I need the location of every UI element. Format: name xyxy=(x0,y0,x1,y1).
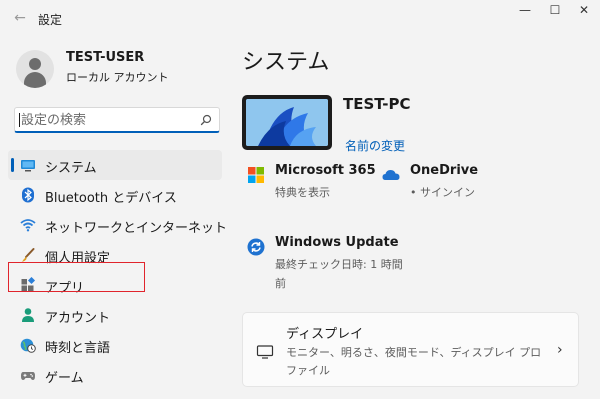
minimize-button[interactable]: — xyxy=(512,2,538,18)
cloud-icon xyxy=(382,170,400,180)
sidebar-item-label: 時刻と言語 xyxy=(45,341,111,356)
back-button[interactable]: ← xyxy=(10,8,30,28)
title-bar: ← 設定 — ☐ ✕ xyxy=(0,0,600,38)
onedrive-title: OneDrive xyxy=(410,163,479,178)
brush-icon xyxy=(21,248,35,262)
sidebar-item-label: ゲーム xyxy=(45,371,84,386)
search-icon[interactable] xyxy=(199,113,213,127)
sidebar-item-network[interactable]: ネットワークとインターネット xyxy=(8,210,227,240)
maximize-button[interactable]: ☐ xyxy=(542,2,568,18)
sidebar-item-gaming[interactable]: ゲーム xyxy=(8,360,222,390)
avatar-body xyxy=(24,72,46,88)
display-card-description: モニター、明るさ、夜間モード、ディスプレイ プロファイル xyxy=(286,346,542,377)
page-title: システム xyxy=(242,50,330,75)
onedrive-status: • サインイン xyxy=(410,186,475,199)
avatar-head xyxy=(29,58,41,70)
ms365-subtitle: 特典を表示 xyxy=(275,186,330,199)
rename-link[interactable]: 名前の変更 xyxy=(345,137,405,154)
monitor-icon xyxy=(256,345,274,359)
gamepad-icon xyxy=(21,372,35,380)
windows-update-title: Windows Update xyxy=(275,235,399,250)
search-input[interactable] xyxy=(21,110,196,130)
sidebar-item-time-language[interactable]: 時刻と言語 xyxy=(8,330,222,360)
sync-icon xyxy=(247,238,265,256)
user-name: TEST-USER xyxy=(66,50,145,65)
windows-update-status: 最終チェック日時: 1 時間 xyxy=(275,258,403,271)
windows-update-status-cont: 前 xyxy=(275,277,286,290)
display-icon xyxy=(21,160,35,172)
chevron-right-icon: › xyxy=(557,342,563,358)
sidebar-item-label: Bluetooth とデバイス xyxy=(45,191,177,206)
display-settings-card[interactable]: ディスプレイ モニター、明るさ、夜間モード、ディスプレイ プロファイル › xyxy=(242,312,579,387)
sidebar-item-label: アカウント xyxy=(45,311,111,326)
sidebar: TEST-USER ローカル アカウント システム xyxy=(0,38,230,399)
accounts-highlight-box xyxy=(8,262,145,292)
wallpaper-image xyxy=(246,99,328,146)
app-title: 設定 xyxy=(38,13,63,27)
avatar[interactable] xyxy=(16,50,54,88)
sidebar-item-bluetooth[interactable]: Bluetooth とデバイス xyxy=(8,180,222,210)
search-box[interactable] xyxy=(14,107,220,133)
text-caret xyxy=(19,113,20,127)
settings-window: ← 設定 — ☐ ✕ TEST-USER ローカル アカウント 設定の検索 シス… xyxy=(0,0,600,399)
pc-name: TEST-PC xyxy=(343,95,411,113)
sidebar-item-system[interactable]: システム xyxy=(8,150,222,180)
microsoft-logo-icon xyxy=(248,167,264,183)
sidebar-item-label: ネットワークとインターネット xyxy=(45,221,228,236)
pc-thumbnail xyxy=(242,95,332,150)
arrow-left-icon: ← xyxy=(14,10,26,26)
wifi-icon xyxy=(20,219,36,232)
ms365-title: Microsoft 365 xyxy=(275,163,376,178)
globe-clock-icon xyxy=(20,338,36,353)
display-card-title: ディスプレイ xyxy=(286,327,364,342)
bluetooth-icon xyxy=(22,187,34,203)
main-content: システム TEST-PC 名前の変更 Microsoft 365 特典を表示 O… xyxy=(230,38,600,399)
sidebar-item-label: システム xyxy=(45,161,97,176)
selected-indicator xyxy=(11,158,14,172)
close-button[interactable]: ✕ xyxy=(571,2,597,18)
person-icon xyxy=(22,308,34,322)
bloom-wallpaper xyxy=(246,99,328,146)
account-type: ローカル アカウント xyxy=(66,71,169,84)
sidebar-item-accounts[interactable]: アカウント xyxy=(8,300,222,330)
